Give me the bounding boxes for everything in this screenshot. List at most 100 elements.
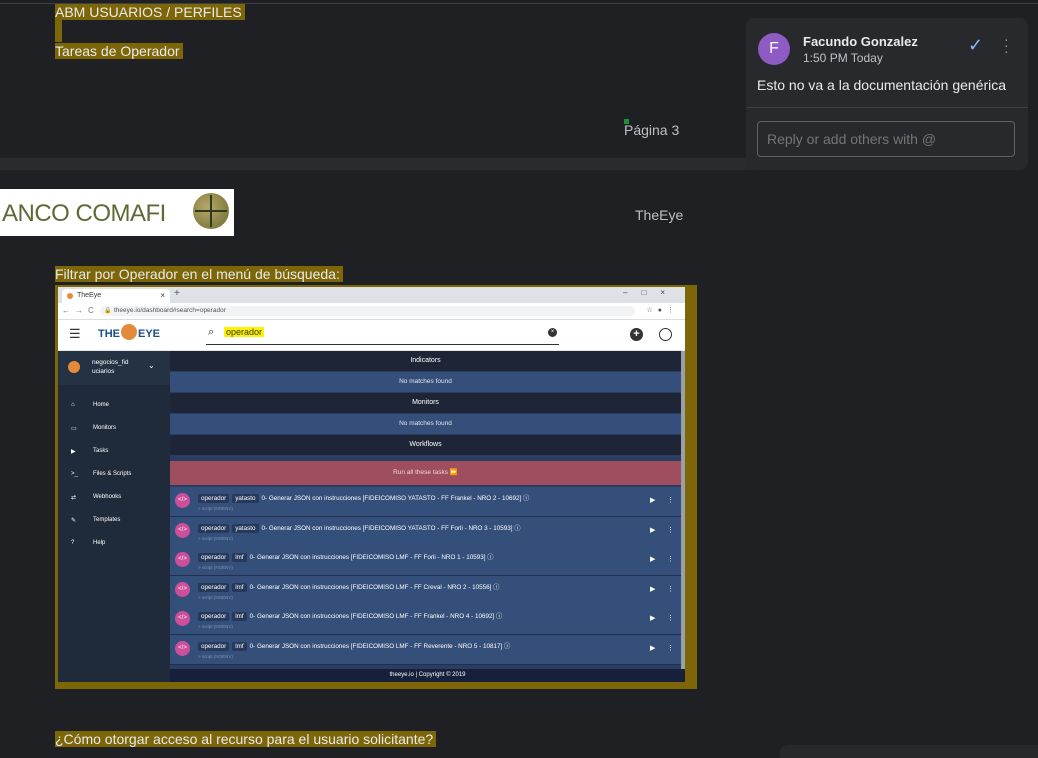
page-break	[0, 158, 752, 170]
sidebar-item-webhooks: ⇄ Webhooks	[71, 494, 122, 501]
url-field: 🔒 theeye.io/dashboard#search=operador	[100, 306, 635, 316]
search-icon: ⌕	[208, 326, 215, 338]
code-icon: </>	[175, 611, 190, 626]
lock-icon: 🔒	[104, 308, 112, 314]
sidebar-user: negocios_fid uciarios ⌄	[58, 351, 170, 385]
task-row: </> operador lmf 0- Generar JSON con instru…	[170, 575, 681, 606]
task-row: </> operador yatasto 0- Generar JSON con in…	[170, 487, 681, 517]
nav-arrows-icon: ←→C	[62, 306, 99, 315]
comment-divider	[746, 107, 1028, 108]
code-icon: </>	[175, 493, 190, 508]
task-title: operador yatasto 0- Generar JSON con instr…	[198, 523, 521, 533]
question-text[interactable]: ¿Cómo otorgar acceso al recurso para el …	[55, 731, 437, 747]
play-icon: ▶	[650, 644, 656, 652]
add-icon: +	[630, 328, 643, 341]
task-subtitle: > script (NOENV)	[198, 653, 233, 659]
user-icon	[659, 328, 672, 341]
theeye-logo: THE EYE	[98, 324, 160, 341]
play-icon: ▶	[650, 615, 656, 622]
task-subtitle: > script (NOENV)	[198, 594, 233, 600]
task-row: </> operador lmf 0- Generar JSON con instru…	[170, 605, 681, 635]
avatar: F	[758, 33, 790, 65]
reply-input[interactable]	[757, 121, 1015, 157]
app-header: ☰ THE EYE ⌕ operador × +	[58, 320, 685, 351]
wrench-icon: ✎	[71, 518, 77, 524]
page-number: Página 3	[624, 122, 680, 138]
caption-text[interactable]: Filtrar por Operador en el menú de búsqu…	[55, 266, 343, 282]
browser-actions-icon: ☆●⋮	[646, 307, 679, 314]
code-icon: </>	[175, 552, 190, 567]
code-icon: </>	[175, 522, 190, 538]
terminal-icon: >_	[71, 471, 78, 477]
window-controls: –□×	[623, 288, 679, 297]
sidebar-item-tasks: ▶ Tasks	[71, 448, 109, 455]
task-subtitle: > script (NOENV)	[198, 506, 233, 511]
subheading-text[interactable]: Tareas de Operador	[55, 43, 183, 59]
sidebar-item-home: ⌂ Home	[71, 402, 110, 408]
browser-tab: TheEye ×	[62, 289, 170, 303]
bottom-panel-edge	[780, 745, 1038, 758]
indicators-empty: No matches found	[170, 372, 681, 392]
task-title: operador yatasto 0- Generar JSON con instr…	[198, 493, 529, 503]
bank-logo[interactable]: ANCO COMAFI	[0, 189, 234, 236]
task-row: </> operador yatasto 0- Generar JSON con in…	[170, 516, 681, 547]
monitor-icon: ▭	[71, 426, 77, 432]
comment-text: Esto no va a la documentación genérica	[757, 77, 1007, 93]
section-monitors: Monitors	[170, 393, 681, 413]
more-vert-icon: ⋮	[667, 615, 674, 622]
selection-highlight	[55, 20, 62, 42]
more-vert-icon: ⋮	[667, 585, 674, 593]
sidebar-user-name: negocios_fid uciarios	[92, 359, 129, 375]
play-icon: ▶	[650, 526, 656, 534]
more-vert-icon[interactable]: · · ·	[1004, 32, 1009, 58]
document-canvas: ABM USUARIOS / PERFILES Tareas de Operad…	[0, 0, 1038, 758]
tab-title: TheEye	[77, 292, 102, 299]
task-title: operador lmf 0- Generar JSON con instrucci…	[198, 611, 502, 621]
webhook-icon: ⇄	[71, 495, 77, 501]
section-workflows: Workflows	[170, 435, 681, 455]
scrollbar	[681, 351, 685, 669]
task-row: </> operador lmf 0- Generar JSON con instru…	[170, 546, 681, 576]
search-box: ⌕ operador ×	[206, 324, 559, 345]
comment-author: Facundo Gonzalez	[803, 34, 918, 49]
avatar	[68, 361, 80, 373]
comment-time: 1:50 PM Today	[803, 51, 883, 65]
task-title: operador lmf 0- Generar JSON con instrucci…	[198, 641, 510, 651]
more-vert-icon: ⋮	[667, 644, 674, 652]
task-title: operador lmf 0- Generar JSON con instrucci…	[198, 552, 494, 562]
favicon-icon	[67, 293, 73, 299]
monitors-empty: No matches found	[170, 414, 681, 434]
code-icon: </>	[175, 640, 190, 656]
code-icon: </>	[175, 581, 190, 597]
url-text: theeye.io/dashboard#search=operador	[114, 307, 226, 314]
search-results: Indicators No matches found Monitors No …	[170, 351, 681, 669]
home-icon: ⌂	[71, 402, 75, 408]
play-icon: ▶	[650, 585, 656, 593]
play-icon: ▶	[71, 449, 76, 455]
embedded-screenshot[interactable]: TheEye × + –□× ←→C 🔒 theeye.io/dashboard…	[55, 285, 697, 689]
browser-tab-strip: TheEye × + –□×	[58, 287, 685, 303]
comment-card[interactable]: F Facundo Gonzalez 1:50 PM Today ✓ · · · E…	[746, 18, 1028, 170]
header-right-text: TheEye	[635, 207, 684, 223]
section-indicators: Indicators	[170, 351, 681, 371]
task-subtitle: > script (NOENV)	[198, 624, 233, 629]
sidebar-item-files-scripts: >_ Files & Scripts	[71, 471, 132, 477]
task-subtitle: > script (NOENV)	[198, 535, 233, 541]
fast-forward-icon: ⏩	[449, 469, 458, 476]
play-icon: ▶	[650, 497, 656, 504]
task-title: operador lmf 0- Generar JSON con instrucci…	[198, 582, 499, 592]
help-icon: ?	[71, 540, 75, 546]
sidebar-item-templates: ✎ Templates	[71, 517, 121, 524]
app-footer: theeye.io | Copyright © 2019	[170, 669, 685, 682]
logo-text: ANCO COMAFI	[2, 200, 166, 227]
sidebar-item-monitors: ▭ Monitors	[71, 425, 117, 432]
more-vert-icon: ⋮	[667, 497, 674, 504]
task-subtitle: > script (NOENV)	[198, 565, 233, 570]
globe-icon	[193, 193, 229, 229]
more-vert-icon: ⋮	[667, 556, 674, 563]
app-sidebar: negocios_fid uciarios ⌄ ⌂ Home ▭ Monitors …	[58, 351, 170, 682]
close-icon: ×	[160, 291, 165, 300]
new-tab-icon: +	[174, 288, 180, 299]
resolve-check-icon[interactable]: ✓	[968, 35, 983, 56]
heading-text[interactable]: ABM USUARIOS / PERFILES	[55, 4, 245, 20]
